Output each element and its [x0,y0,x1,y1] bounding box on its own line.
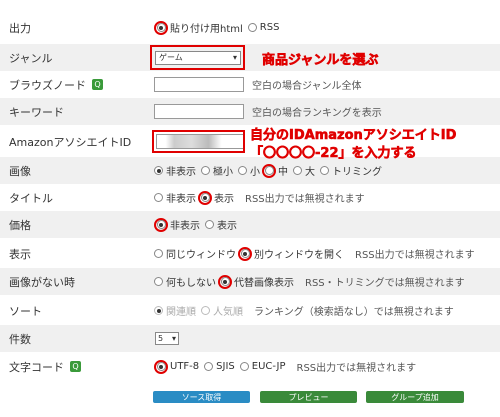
output-html-label: 貼り付け用html [170,24,243,35]
display-opt-same: 同じウィンドウ [166,250,236,261]
row-noimage: 画像がない時 何もしない 代替画像表示 RSS・トリミングでは無視されます [0,268,500,295]
display-opt-new: 別ウィンドウを開く [254,250,344,261]
price-opt-hide: 非表示 [170,221,200,232]
price-label: 価格 [9,218,31,232]
charset-opt-utf8: UTF-8 [170,361,200,372]
add-group-button[interactable]: グループ追加 [366,391,464,403]
row-charset: 文字コード Q UTF-8 SJIS EUC-JP RSS出力では無視されます [0,353,500,380]
sort-label: ソート [9,304,42,318]
charset-sjis-radio[interactable] [204,362,214,371]
keyword-note: 空白の場合ランキングを表示 [252,108,382,119]
count-select[interactable]: 5 ▾ [155,332,179,345]
chevron-down-icon: ▾ [171,334,176,343]
noimage-opt-nothing: 何もしない [166,278,216,289]
title-opt-show: 表示 [214,194,234,205]
display-label: 表示 [9,247,31,261]
keyword-label: キーワード [9,105,64,119]
noimage-label: 画像がない時 [9,275,75,289]
image-opt-large: 大 [305,167,315,178]
row-output: 出力 貼り付け用html RSS [0,14,500,41]
price-opt-show: 表示 [217,221,237,232]
title-show-radio[interactable] [198,190,212,205]
image-opt-hide: 非表示 [166,167,196,178]
charset-eucjp-radio[interactable] [239,362,249,371]
display-new-radio[interactable] [238,246,252,261]
output-label: 出力 [9,21,31,35]
sort-note: ランキング（検索語なし）では無視されます [254,307,454,318]
row-image: 画像 非表示 極小 小 中 大 トリミング [0,157,500,184]
image-large-radio[interactable] [293,166,302,175]
genre-label: ジャンル [9,51,53,65]
row-display: 表示 同じウィンドウ 別ウィンドウを開く RSS出力では無視されます [0,240,500,267]
row-sort: ソート 関連順 人気順 ランキング（検索語なし）では無視されます [0,297,500,324]
count-select-value: 5 [158,334,164,343]
keyword-input[interactable] [154,104,244,119]
sort-opt-popular: 人気順 [213,307,243,318]
sort-relevance-radio[interactable] [154,306,163,315]
browse-node-input[interactable] [154,77,244,92]
title-hide-radio[interactable] [154,193,163,202]
image-opt-medium: 中 [278,167,288,178]
noimage-opt-alt: 代替画像表示 [234,278,294,289]
row-price: 価格 非表示 表示 [0,211,500,238]
count-label: 件数 [9,332,31,346]
get-source-button[interactable]: ソース取得 [153,391,250,403]
image-opt-tiny: 極小 [213,167,233,178]
browse-label-text: ブラウズノード [9,78,86,92]
charset-label: 文字コード Q [9,353,81,380]
associate-highlight-box [152,130,245,153]
title-label: タイトル [9,191,53,205]
charset-opt-sjis: SJIS [216,361,235,372]
charset-note: RSS出力では無視されます [296,363,417,374]
display-same-radio[interactable] [154,249,163,258]
image-opt-small: 小 [250,167,260,178]
price-show-radio[interactable] [205,220,214,229]
charset-utf8-radio[interactable] [154,359,168,374]
charset-label-text: 文字コード [9,360,64,374]
image-hide-radio[interactable] [154,166,163,175]
title-opt-hide: 非表示 [166,194,196,205]
image-opt-trim: トリミング [332,167,382,178]
genre-annotation: 商品ジャンルを選ぶ [262,53,379,69]
noimage-note: RSS・トリミングでは無視されます [305,278,465,289]
row-count: 件数 5 ▾ [0,325,500,352]
id-annotation-line2: 「〇〇〇〇-22」を入力する [250,146,417,162]
row-genre: ジャンル ゲーム ▾ [0,44,500,71]
preview-button[interactable]: プレビュー [260,391,357,403]
price-hide-radio[interactable] [154,217,168,232]
image-medium-radio[interactable] [262,163,276,178]
genre-highlight-box [150,45,245,70]
image-small-radio[interactable] [238,166,247,175]
image-tiny-radio[interactable] [201,166,210,175]
noimage-nothing-radio[interactable] [154,277,163,286]
sort-opt-relevance: 関連順 [166,307,196,318]
sort-popular-radio[interactable] [201,306,210,315]
browse-label: ブラウズノード Q [9,71,103,98]
charset-opt-eucjp: EUC-JP [251,361,286,372]
noimage-alt-radio[interactable] [218,274,232,289]
search-icon[interactable]: Q [70,361,81,372]
row-keyword: キーワード 空白の場合ランキングを表示 [0,98,500,125]
display-note: RSS出力では無視されます [355,250,475,261]
output-rss-label: RSS [259,22,280,33]
search-icon[interactable]: Q [92,79,103,90]
image-trim-radio[interactable] [320,166,329,175]
output-html-radio[interactable] [154,20,168,35]
row-title: タイトル 非表示 表示 RSS出力では無視されます [0,184,500,211]
id-annotation-line1: 自分のIDAmazonアソシエイトID [250,128,457,144]
row-browse: ブラウズノード Q 空白の場合ジャンル全体 [0,71,500,98]
image-label: 画像 [9,164,31,178]
browse-note: 空白の場合ジャンル全体 [252,81,362,92]
associate-label: AmazonアソシエイトID [9,135,132,149]
title-note: RSS出力では無視されます [245,194,365,205]
output-rss-radio[interactable] [247,23,257,32]
